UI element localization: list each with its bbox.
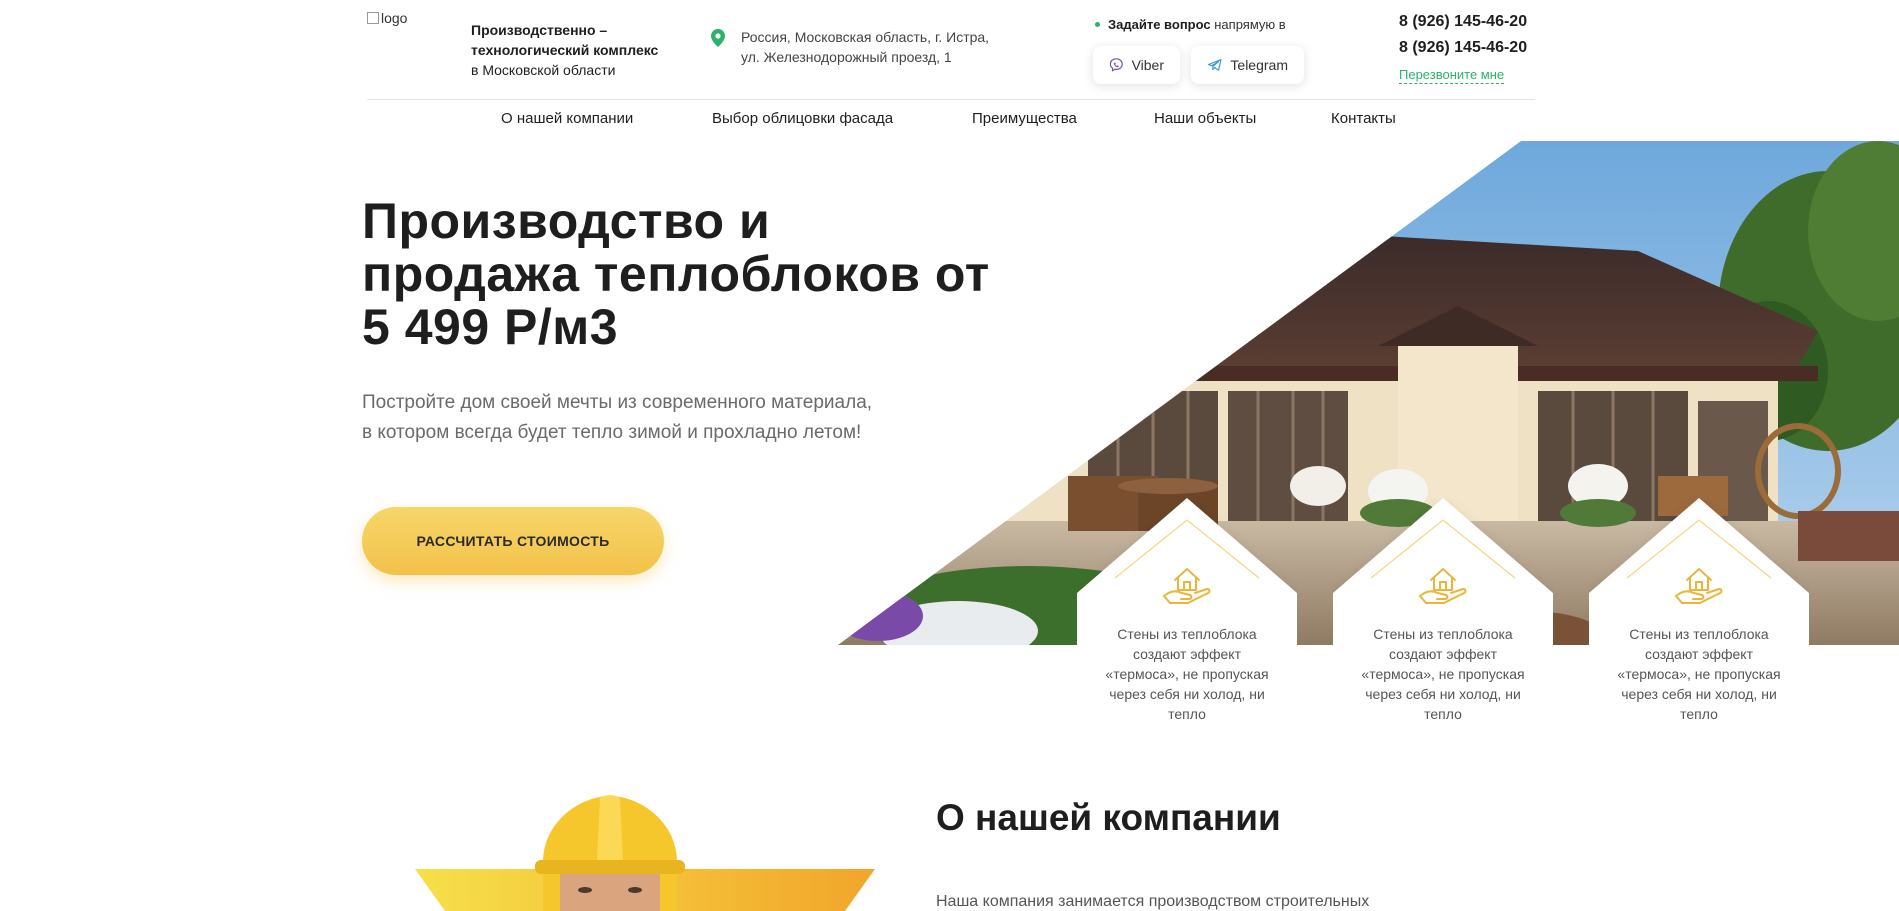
logo[interactable]: logo: [367, 10, 407, 26]
logo-alt-text: logo: [381, 10, 408, 26]
house-in-hand-icon: [1675, 568, 1723, 604]
feature-card-3: Стены из теплоблока создают эффект «терм…: [1589, 498, 1809, 753]
about-section-title: О нашей компании: [936, 797, 1281, 838]
viber-label: Viber: [1131, 57, 1164, 73]
house-in-hand-icon: [1419, 568, 1467, 604]
feature-text-2: Стены из теплоблока создают эффект «терм…: [1361, 626, 1525, 722]
telegram-icon: [1207, 59, 1222, 71]
nav-item-contacts[interactable]: Контакты: [1331, 110, 1396, 127]
telegram-button[interactable]: Telegram: [1191, 46, 1304, 84]
feature-card-1: Стены из теплоблока создают эффект «терм…: [1077, 498, 1297, 753]
viber-icon: [1109, 58, 1123, 72]
company-description: Производственно – технологический компле…: [471, 20, 658, 80]
company-line-3: в Московской области: [471, 62, 616, 78]
address: Россия, Московская область, г. Истра, ул…: [711, 27, 990, 67]
nav-item-objects[interactable]: Наши объекты: [1154, 110, 1256, 127]
phone-number-1[interactable]: 8 (926) 145-46-20: [1399, 13, 1527, 31]
house-in-hand-icon: [1163, 568, 1211, 604]
about-section-text: Наша компания занимается производством с…: [936, 893, 1370, 910]
ask-bold: Задайте вопрос: [1108, 17, 1211, 32]
location-pin-icon: [711, 29, 725, 47]
phone-number-2[interactable]: 8 (926) 145-46-20: [1399, 39, 1527, 57]
feature-card-2: Стены из теплоблока создают эффект «терм…: [1333, 498, 1553, 753]
broken-image-icon: [367, 12, 379, 24]
company-line-1: Производственно –: [471, 22, 608, 38]
nav-item-about[interactable]: О нашей компании: [501, 110, 633, 127]
telegram-label: Telegram: [1230, 57, 1288, 73]
status-dot-icon: [1095, 22, 1100, 27]
nav-item-facade[interactable]: Выбор облицовки фасада: [712, 110, 893, 127]
address-line-1: Россия, Московская область, г. Истра,: [741, 29, 990, 45]
feature-text-3: Стены из теплоблока создают эффект «терм…: [1617, 626, 1781, 722]
address-line-2: ул. Железнодорожный проезд, 1: [741, 49, 952, 65]
callback-link[interactable]: Перезвоните мне: [1399, 67, 1505, 84]
ask-question: Задайте вопрос напрямую в: [1095, 17, 1286, 32]
company-line-2: технологический комплекс: [471, 42, 659, 58]
calculate-cost-button[interactable]: РАССЧИТАТЬ СТОИМОСТЬ: [362, 507, 664, 575]
viber-button[interactable]: Viber: [1093, 46, 1180, 84]
ask-rest: напрямую в: [1214, 17, 1286, 32]
nav-item-advantages[interactable]: Преимущества: [972, 110, 1077, 127]
feature-text-1: Стены из теплоблока создают эффект «терм…: [1105, 626, 1269, 722]
site-header: logo Производственно – технологический к…: [367, 0, 1535, 100]
worker-illustration: [415, 792, 875, 911]
